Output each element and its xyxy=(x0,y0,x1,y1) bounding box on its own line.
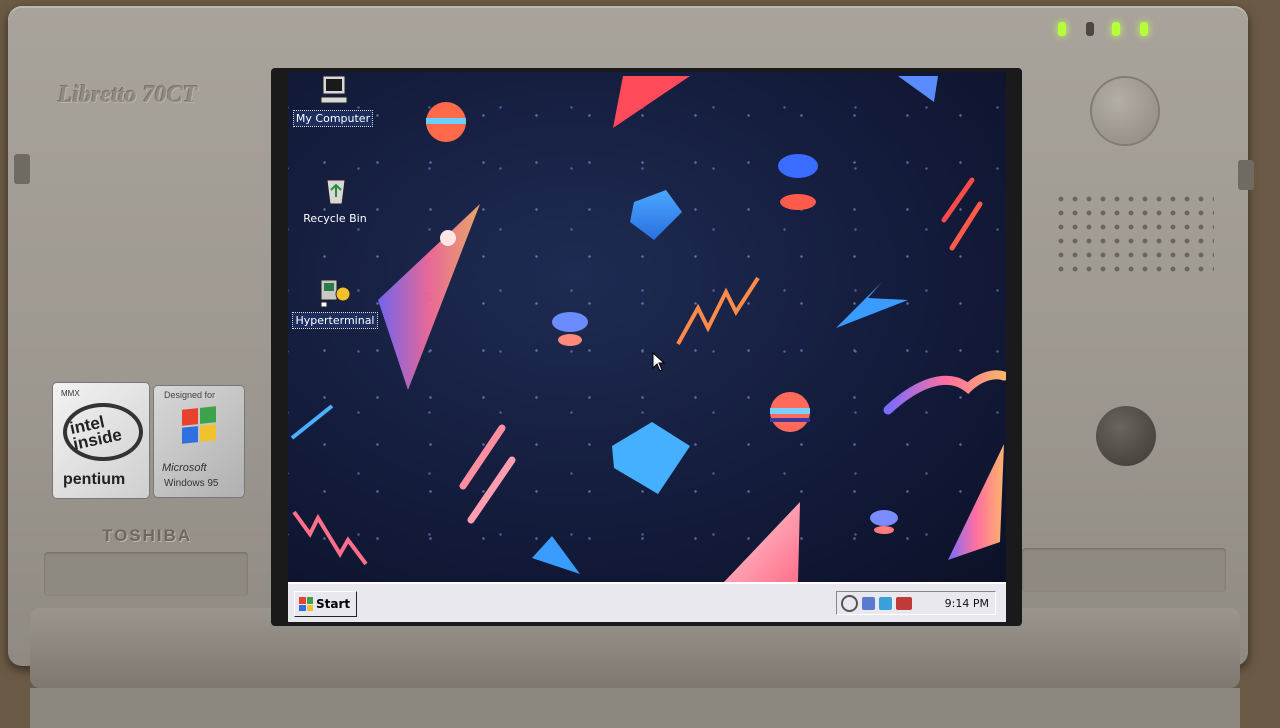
mouse-cursor-icon xyxy=(652,352,666,372)
shape-sphere-striped xyxy=(770,392,810,432)
maker-label: TOSHIBA xyxy=(102,526,193,545)
shape-pink-triangle-bottom xyxy=(724,502,800,582)
desktop-icon-label: My Computer xyxy=(292,110,374,127)
shape-zigzag-pink xyxy=(292,510,368,566)
intel-pentium-sticker: MMX intel inside pentium xyxy=(53,383,149,498)
microsoft-text: Microsoft xyxy=(162,462,207,474)
clock[interactable]: 9:14 PM xyxy=(945,597,989,610)
shape-blue-cube-mid xyxy=(612,422,690,494)
windows-logo-icon xyxy=(299,597,313,611)
right-click-button[interactable] xyxy=(1022,548,1226,592)
right-latch xyxy=(1238,160,1254,190)
charge-led-icon xyxy=(1140,22,1148,36)
shape-sphere-top xyxy=(778,154,818,210)
shape-blue-arrow xyxy=(836,282,908,328)
shape-glow xyxy=(440,230,456,246)
shape-bar-red-1 xyxy=(941,177,975,223)
shape-bar-red-2 xyxy=(949,201,983,251)
windows-flag-icon xyxy=(182,406,216,444)
desktop-icon-label: Recycle Bin xyxy=(303,212,367,225)
wallpaper-shapes xyxy=(290,76,1006,582)
pointing-stick[interactable] xyxy=(1096,406,1156,466)
left-latch xyxy=(14,154,30,184)
shape-sphere-topleft xyxy=(426,102,466,142)
shape-blue-arrow-bottom xyxy=(532,536,580,574)
model-label: Libretto 70CT xyxy=(58,82,198,108)
shape-right-triangle xyxy=(948,444,1004,560)
shape-bar-blue-left xyxy=(290,404,334,440)
my-computer-icon xyxy=(317,74,349,106)
shape-wave xyxy=(883,370,1006,415)
battery-icon[interactable] xyxy=(896,596,912,610)
shape-sphere-mid xyxy=(552,312,588,346)
taskbar: Start 9:14 PM xyxy=(288,582,1006,622)
desktop-icon-label: Hyperterminal xyxy=(292,312,378,329)
system-tray: 9:14 PM xyxy=(836,591,996,615)
start-button[interactable]: Start xyxy=(294,591,358,617)
shape-sphere-small xyxy=(870,510,898,534)
windows95-sticker: Designed for Microsoft Windows 95 xyxy=(154,386,244,497)
desktop-icon-recycle-bin[interactable]: Recycle Bin xyxy=(292,174,378,227)
hyperterminal-icon xyxy=(319,276,351,308)
desktop-icon-hyperterminal[interactable]: Hyperterminal xyxy=(292,276,378,329)
speaker-grille xyxy=(1054,192,1214,274)
shape-big-triangle-left xyxy=(378,204,480,390)
shape-blue-corner xyxy=(898,76,938,102)
shape-red-triangle-top xyxy=(613,76,690,128)
magnifier-icon[interactable] xyxy=(841,594,858,612)
keyboard-edge xyxy=(30,688,1240,728)
pentium-text: pentium xyxy=(63,471,126,488)
power-button[interactable] xyxy=(1092,78,1158,144)
network-icon[interactable] xyxy=(879,596,892,610)
windows95-text: Windows 95 xyxy=(164,478,219,489)
power-led-icon xyxy=(1058,22,1066,36)
shape-blue-cube-top xyxy=(630,190,682,240)
display-icon[interactable] xyxy=(862,596,875,610)
left-click-button[interactable] xyxy=(44,552,248,596)
disk-led-icon xyxy=(1086,22,1094,36)
designed-for-text: Designed for xyxy=(164,390,216,400)
intel-mmx-text: MMX xyxy=(61,389,80,398)
recycle-bin-icon xyxy=(319,174,351,206)
desktop-icon-my-computer[interactable]: My Computer xyxy=(290,74,376,127)
start-button-label: Start xyxy=(316,597,351,611)
desktop[interactable]: My Computer Recycle Bin Hyperterminal xyxy=(288,72,1006,582)
shape-zigzag-orange xyxy=(676,276,760,345)
battery-led-icon xyxy=(1112,22,1120,36)
